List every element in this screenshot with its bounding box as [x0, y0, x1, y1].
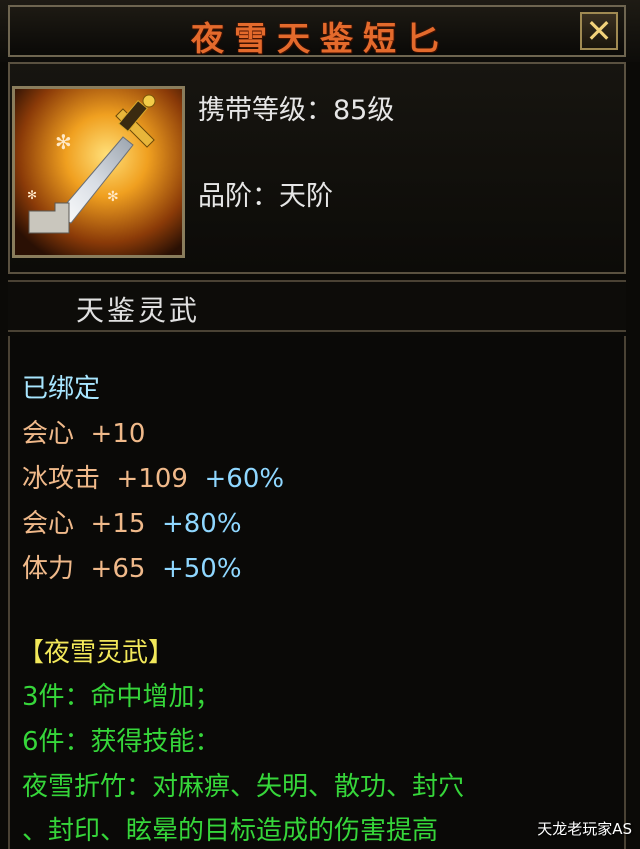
watermark: 天龙老玩家AS [537, 820, 632, 838]
svg-text:✻: ✻ [27, 188, 37, 202]
close-icon: ✕ [585, 12, 613, 50]
dagger-icon-art: ✻ ✻ ✻ [15, 89, 182, 255]
set-title: 【夜雪灵武】 [18, 638, 175, 668]
attribute-row: 会心 +15 +80% [22, 509, 242, 539]
bound-status: 已绑定 [22, 374, 101, 404]
svg-text:✻: ✻ [55, 130, 72, 154]
attribute-row: 体力 +65 +50% [22, 554, 242, 584]
item-type: 天鉴灵武 [76, 294, 201, 327]
item-title: 夜雪天鉴短匕 [191, 19, 449, 58]
attribute-row: 冰攻击 +109 +60% [22, 464, 285, 494]
set-bonus-line: 3件：命中增加； [22, 682, 221, 712]
item-grade: 品阶：天阶 [198, 181, 333, 212]
set-bonus-line: 、封印、眩晕的目标造成的伤害提高 [22, 816, 439, 846]
set-bonus-line: 6件：获得技能： [22, 727, 221, 757]
dagger-icon[interactable]: ✻ ✻ ✻ [12, 86, 185, 258]
carry-level: 携带等级：85级 [198, 95, 395, 126]
set-bonus-line: 夜雪折竹：对麻痹、失明、散功、封穴 [22, 772, 465, 802]
close-button[interactable]: ✕ [580, 12, 618, 50]
svg-text:✻: ✻ [107, 189, 119, 205]
attribute-row: 会心 +10 [22, 419, 146, 449]
